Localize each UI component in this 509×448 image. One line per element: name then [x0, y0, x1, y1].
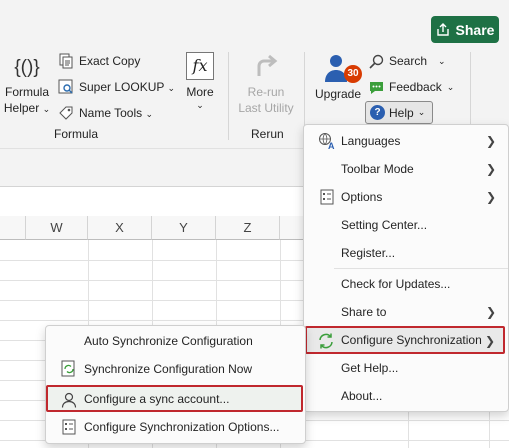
- share-icon: [436, 22, 450, 37]
- menu-item-label: Get Help...: [341, 361, 399, 375]
- menu-item-label: Options: [341, 190, 383, 204]
- chevron-right-icon: ❯: [484, 334, 495, 348]
- upgrade-icon: 30: [322, 52, 362, 84]
- chevron-right-icon: ❯: [485, 305, 496, 319]
- function-icon: fx: [186, 52, 214, 80]
- chevron-down-icon: ⌄: [145, 109, 154, 119]
- column-header-z[interactable]: Z: [216, 216, 280, 240]
- chevron-right-icon: ❯: [485, 162, 496, 176]
- sync-submenu: Auto Synchronize Configuration Synchroni…: [45, 325, 306, 444]
- menu-item-label: Configure Synchronization Options...: [84, 420, 280, 434]
- name-tools-label: Name Tools ⌄: [79, 106, 154, 120]
- menu-item-label: Synchronize Configuration Now: [84, 362, 253, 376]
- group-divider: [228, 52, 229, 140]
- menu-item-languages[interactable]: A Languages ❯: [308, 128, 504, 154]
- menu-item-get-help[interactable]: Get Help...: [308, 355, 504, 381]
- name-tools-button[interactable]: Name Tools ⌄: [58, 103, 153, 123]
- help-button[interactable]: ? Help ⌄: [365, 101, 433, 124]
- menu-item-label: About...: [341, 389, 383, 403]
- more-button[interactable]: fx More ⌄: [180, 52, 220, 110]
- menu-item-register[interactable]: Register...: [308, 240, 504, 266]
- feedback-icon: [369, 80, 384, 95]
- rerun-icon: [253, 54, 279, 84]
- chevron-down-icon: ⌄: [167, 83, 176, 93]
- menu-item-setting-center[interactable]: Setting Center...: [308, 212, 504, 238]
- upgrade-badge: 30: [344, 65, 362, 83]
- languages-icon: A: [318, 132, 336, 150]
- chevron-down-icon: ⌄: [42, 104, 51, 114]
- menu-item-auto-synchronize[interactable]: Auto Synchronize Configuration: [50, 328, 301, 354]
- menu-item-check-updates[interactable]: Check for Updates...: [308, 271, 504, 297]
- chevron-down-icon: ⌄: [417, 107, 426, 117]
- menu-item-label: Share to: [341, 305, 387, 319]
- chevron-right-icon: ❯: [485, 190, 496, 204]
- rerun-button[interactable]: Re-run Last Utility: [236, 54, 296, 116]
- options-icon: [318, 188, 336, 206]
- column-header-x[interactable]: X: [88, 216, 152, 240]
- menu-item-configure-sync-account[interactable]: Configure a sync account...: [46, 385, 303, 412]
- menu-item-options[interactable]: Options ❯: [308, 184, 504, 210]
- chevron-down-icon: ⌄: [196, 100, 204, 110]
- formula-helper-label-2: Helper ⌄: [3, 101, 51, 115]
- sync-icon: [317, 332, 335, 350]
- column-header-y[interactable]: Y: [152, 216, 216, 240]
- menu-item-label: Configure a sync account...: [84, 391, 230, 406]
- formula-helper-icon: {()}: [14, 57, 40, 78]
- menu-item-label: Languages: [341, 134, 401, 148]
- menu-item-label: Auto Synchronize Configuration: [84, 334, 253, 348]
- upgrade-label: Upgrade: [314, 87, 362, 101]
- menu-item-label: Toolbar Mode: [341, 162, 414, 176]
- svg-text:A: A: [328, 141, 335, 150]
- super-lookup-label: Super LOOKUP ⌄: [79, 80, 176, 94]
- share-button[interactable]: Share: [431, 16, 499, 43]
- menu-item-label: Setting Center...: [341, 218, 428, 232]
- super-lookup-button[interactable]: Super LOOKUP ⌄: [58, 77, 175, 97]
- upgrade-button[interactable]: 30 Upgrade: [312, 52, 364, 102]
- menu-item-configure-synchronization[interactable]: Configure Synchronization ❯: [305, 326, 505, 354]
- rerun-label-2: Last Utility: [238, 101, 294, 115]
- menu-item-sync-options[interactable]: Configure Synchronization Options...: [50, 414, 301, 440]
- sync-now-icon: [60, 360, 78, 378]
- chevron-down-icon: ⌄: [438, 55, 446, 66]
- options-icon: [60, 418, 78, 436]
- feedback-label: Feedback: [389, 80, 442, 94]
- search-label: Search: [389, 54, 428, 68]
- user-icon: [60, 391, 78, 409]
- menu-item-toolbar-mode[interactable]: Toolbar Mode ❯: [308, 156, 504, 182]
- super-lookup-icon: [58, 79, 74, 95]
- menu-item-label: Check for Updates...: [341, 277, 451, 291]
- exact-copy-button[interactable]: Exact Copy: [58, 51, 140, 71]
- more-label: More: [186, 85, 214, 99]
- rerun-group-label: Rerun: [251, 127, 284, 141]
- formula-helper-button[interactable]: {()} Formula Helper ⌄: [2, 54, 52, 117]
- help-icon: ?: [370, 105, 385, 120]
- menu-item-label: Configure Synchronization: [341, 333, 482, 347]
- help-menu: A Languages ❯ Toolbar Mode ❯ Options ❯ S…: [303, 124, 509, 412]
- search-icon: [369, 54, 384, 69]
- chevron-down-icon: ⌄: [446, 81, 455, 92]
- menu-item-share-to[interactable]: Share to ❯: [308, 299, 504, 325]
- column-header-w[interactable]: W: [26, 216, 88, 240]
- name-tools-icon: [58, 105, 74, 121]
- search-button[interactable]: Search ⌄: [369, 51, 446, 71]
- menu-item-label: Register...: [341, 246, 396, 260]
- formula-group-label: Formula: [54, 127, 99, 141]
- formula-helper-label-1: Formula: [4, 85, 49, 99]
- rerun-label-1: Re-run: [247, 85, 285, 99]
- column-header[interactable]: [0, 216, 26, 240]
- exact-copy-icon: [58, 53, 74, 69]
- exact-copy-label: Exact Copy: [79, 54, 141, 68]
- feedback-button[interactable]: Feedback ⌄: [369, 77, 454, 97]
- help-label: Help: [389, 105, 414, 120]
- menu-separator: [334, 268, 508, 269]
- share-label: Share: [455, 21, 495, 38]
- chevron-right-icon: ❯: [485, 134, 496, 148]
- menu-item-synchronize-now[interactable]: Synchronize Configuration Now: [50, 356, 301, 382]
- menu-item-about[interactable]: About...: [308, 383, 504, 409]
